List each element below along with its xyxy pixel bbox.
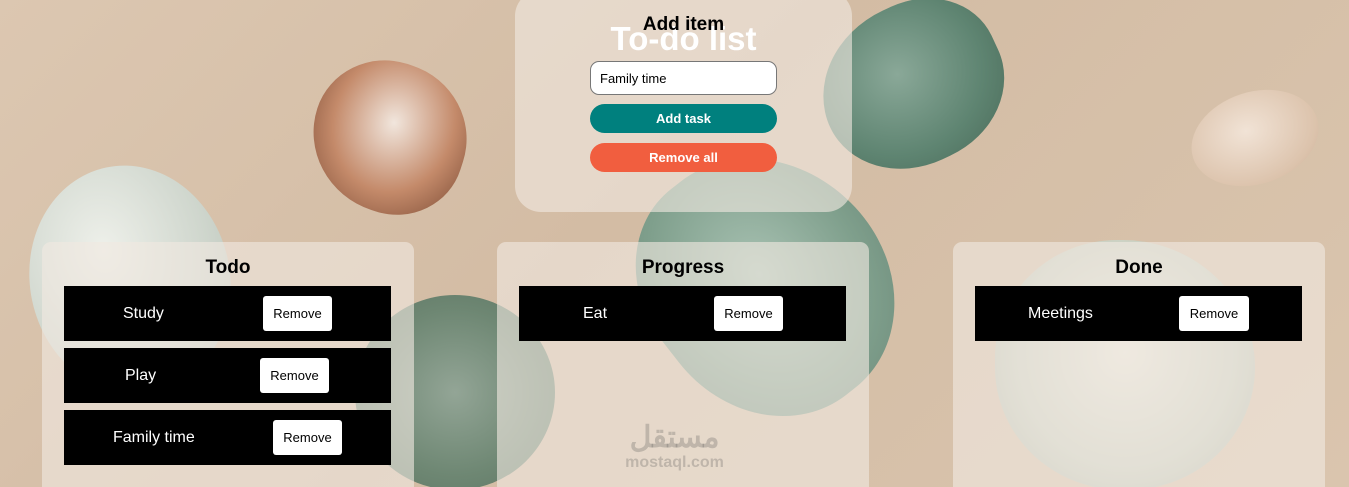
remove-task-button[interactable]: Remove: [273, 420, 342, 455]
task-input[interactable]: [590, 61, 777, 95]
task-label: Eat: [583, 305, 608, 322]
task-item: Eat Remove: [519, 286, 846, 341]
add-item-panel: To-do list Add item Add task Remove all: [515, 0, 852, 212]
remove-task-button[interactable]: Remove: [1179, 296, 1249, 331]
task-label: Meetings: [1028, 305, 1093, 322]
remove-all-button[interactable]: Remove all: [590, 143, 777, 172]
column-title: Progress: [641, 257, 725, 278]
task-item: Family time Remove: [64, 410, 391, 465]
done-column: Done Meetings Remove: [953, 242, 1325, 487]
todo-column: Todo Study Remove Play Remove Family tim…: [42, 242, 414, 487]
remove-task-button[interactable]: Remove: [260, 358, 329, 393]
column-title: Done: [1115, 257, 1163, 278]
task-item: Study Remove: [64, 286, 391, 341]
remove-task-button[interactable]: Remove: [263, 296, 332, 331]
stone-decoration: [292, 41, 487, 233]
task-label: Play: [125, 367, 157, 384]
task-label: Family time: [113, 429, 195, 446]
watermark-logo: مستقل mostaql.com: [607, 422, 742, 472]
stone-decoration: [1178, 74, 1332, 202]
add-task-button[interactable]: Add task: [590, 104, 777, 133]
task-item: Play Remove: [64, 348, 391, 403]
watermark-latin: mostaql.com: [625, 454, 724, 471]
watermark-arabic: مستقل: [629, 421, 720, 454]
task-label: Study: [123, 305, 164, 322]
task-item: Meetings Remove: [975, 286, 1302, 341]
remove-task-button[interactable]: Remove: [714, 296, 783, 331]
column-title: Todo: [205, 257, 251, 278]
add-item-heading: Add item: [642, 14, 725, 35]
